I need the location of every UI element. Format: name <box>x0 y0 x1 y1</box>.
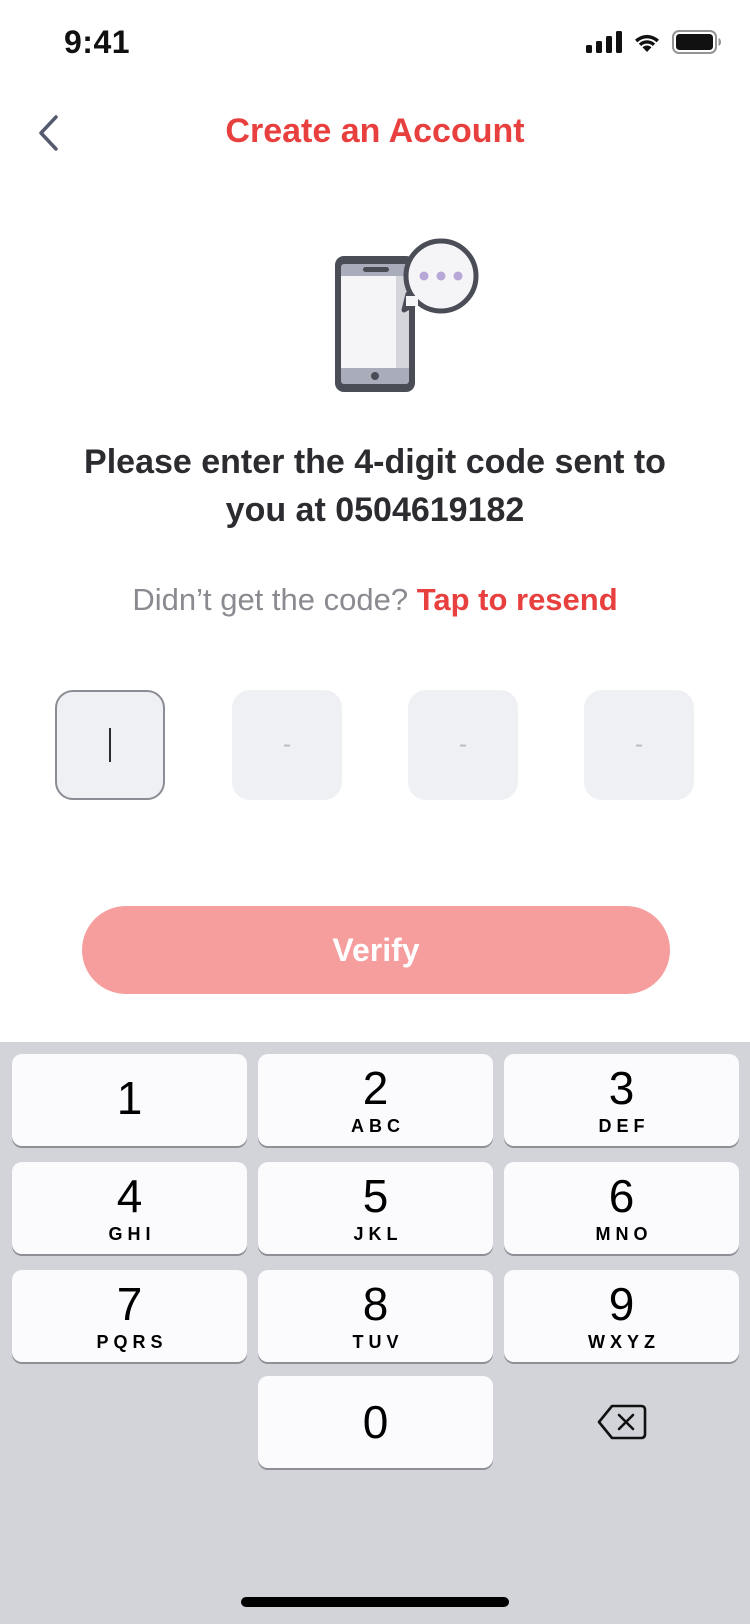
delete-key[interactable] <box>504 1376 739 1468</box>
key-2[interactable]: 2 ABC <box>258 1054 493 1146</box>
key-number: 7 <box>116 1277 143 1330</box>
key-number: 6 <box>608 1169 635 1222</box>
status-icons <box>586 30 722 54</box>
page-title: Create an Account <box>225 112 525 150</box>
key-number: 8 <box>362 1277 389 1330</box>
wifi-icon <box>635 34 659 52</box>
key-number: 4 <box>116 1169 143 1222</box>
key-letters: PQRS <box>96 1331 168 1352</box>
instruction-line-1: Please enter the 4-digit code sent to <box>84 443 666 481</box>
key-letters: MNO <box>595 1223 653 1244</box>
numeric-keypad: 1 2 ABC 3 DEF 4 GHI 5 JKL 6 MNO 7 PQRS 8… <box>0 1042 750 1624</box>
verify-button[interactable]: Verify <box>82 906 670 994</box>
backspace-icon <box>597 1404 646 1440</box>
key-5[interactable]: 5 JKL <box>258 1162 493 1254</box>
key-number: 9 <box>608 1277 635 1330</box>
resend-prompt: Didn’t get the code? <box>132 582 409 617</box>
code-placeholder: - <box>459 731 467 758</box>
key-8[interactable]: 8 TUV <box>258 1270 493 1362</box>
code-placeholder: - <box>635 731 643 758</box>
key-0[interactable]: 0 <box>258 1376 493 1468</box>
key-letters: GHI <box>108 1223 156 1244</box>
resend-row: Didn’t get the code? Tap to resend <box>0 582 750 618</box>
instruction-heading: Please enter the 4-digit code sent to yo… <box>40 438 710 534</box>
phone-message-icon <box>335 238 479 392</box>
key-9[interactable]: 9 WXYZ <box>504 1270 739 1362</box>
key-letters: TUV <box>352 1331 404 1352</box>
key-letters: ABC <box>351 1115 405 1136</box>
code-digit-1[interactable] <box>55 690 165 800</box>
signal-icon <box>586 31 622 53</box>
key-4[interactable]: 4 GHI <box>12 1162 247 1254</box>
key-number: 0 <box>362 1396 389 1448</box>
key-number: 3 <box>608 1061 635 1114</box>
key-3[interactable]: 3 DEF <box>504 1054 739 1146</box>
key-1[interactable]: 1 <box>12 1054 247 1146</box>
code-digit-3[interactable]: - <box>408 690 518 800</box>
text-caret <box>109 728 111 762</box>
battery-icon <box>672 30 721 54</box>
home-indicator <box>241 1597 509 1607</box>
key-letters: DEF <box>598 1115 650 1136</box>
key-letters: JKL <box>353 1223 403 1244</box>
phone-message-illustration <box>330 234 490 400</box>
key-7[interactable]: 7 PQRS <box>12 1270 247 1362</box>
key-number: 5 <box>362 1169 389 1222</box>
key-letters: WXYZ <box>588 1331 660 1352</box>
code-placeholder: - <box>283 731 291 758</box>
key-6[interactable]: 6 MNO <box>504 1162 739 1254</box>
status-time: 9:41 <box>64 24 131 60</box>
code-digit-2[interactable]: - <box>232 690 342 800</box>
key-number: 2 <box>362 1061 389 1114</box>
resend-link[interactable]: Tap to resend <box>417 582 618 617</box>
key-number: 1 <box>116 1072 143 1124</box>
instruction-line-2: you at 0504619182 <box>225 491 525 529</box>
code-digit-4[interactable]: - <box>584 690 694 800</box>
